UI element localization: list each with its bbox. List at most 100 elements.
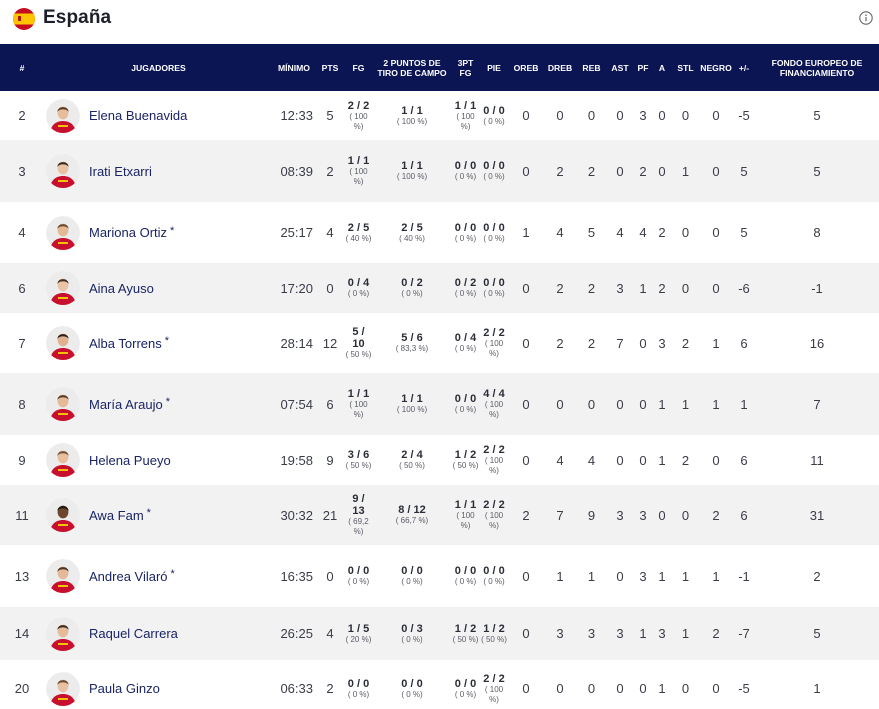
defensive-rebounds: 2	[556, 335, 564, 351]
player-avatar-icon[interactable]	[46, 98, 80, 133]
table-header: # JUGADORES MÍNIMO PTS FG 2 PUNTOS DE TI…	[0, 44, 879, 91]
col-a: A	[658, 62, 666, 73]
free-throws-pct: ( 0 %)	[483, 233, 505, 243]
three-pointers-pct: ( 0 %)	[454, 172, 477, 181]
player-name-link[interactable]: Mariona Ortiz	[89, 225, 167, 240]
plus-minus: 1	[740, 396, 748, 412]
player-avatar-icon[interactable]	[46, 154, 80, 188]
offensive-rebounds: 0	[522, 681, 530, 696]
steals: 0	[681, 681, 690, 696]
three-pointers-made: 0 / 2	[454, 277, 477, 289]
player-cell[interactable]: Irati Etxarri	[44, 140, 273, 202]
player-cell[interactable]: María Araujo *	[44, 373, 273, 435]
player-avatar-icon[interactable]	[46, 498, 80, 532]
player-name-link[interactable]: Elena Buenavida	[89, 108, 187, 123]
player-cell[interactable]: Mariona Ortiz *	[44, 202, 273, 263]
field-goals-made: 9 / 13	[352, 493, 365, 517]
minutes: 28:14	[280, 335, 313, 351]
plus-minus: 6	[740, 335, 748, 351]
player-name-link[interactable]: María Araujo	[89, 397, 163, 412]
col-reb: REB	[582, 62, 601, 73]
player-cell[interactable]: Aina Ayuso	[44, 263, 273, 313]
rebounds: 9	[587, 507, 596, 523]
offensive-rebounds: 0	[522, 280, 530, 296]
points: 2	[326, 681, 334, 696]
three-pointers-made: 1 / 2	[454, 449, 477, 461]
player-name-link[interactable]: Andrea Vilaró	[89, 569, 168, 584]
player-name-link[interactable]: Raquel Carrera	[89, 626, 178, 641]
defensive-rebounds: 4	[556, 452, 564, 468]
assists: 3	[616, 626, 624, 641]
efficiency: 31	[809, 507, 825, 523]
col-players: JUGADORES	[131, 62, 186, 73]
two-pointers-pct: ( 100 %)	[396, 116, 428, 126]
player-name-link[interactable]: Helena Pueyo	[89, 453, 171, 468]
three-pointers-pct: ( 50 %)	[452, 634, 479, 644]
player-avatar-icon[interactable]	[46, 271, 80, 305]
info-icon[interactable]	[859, 11, 873, 25]
player-number: 2	[18, 108, 26, 123]
player-cell[interactable]: Elena Buenavida	[44, 91, 273, 140]
two-pointers-pct: ( 83,3 %)	[395, 344, 429, 353]
plus-minus: -7	[738, 626, 750, 641]
offensive-rebounds: 2	[522, 507, 530, 523]
free-throws: 2 / 2( 100 %)	[479, 435, 509, 485]
player-cell[interactable]: Raquel Carrera	[44, 607, 273, 660]
two-pointers-made: 2 / 5	[401, 221, 423, 234]
player-avatar-icon[interactable]	[46, 616, 80, 651]
player-avatar-icon[interactable]	[46, 559, 80, 593]
plus-minus: 5	[740, 163, 748, 179]
free-throws: 2 / 2( 100 %)	[479, 660, 509, 709]
three-pointers: 0 / 2( 0 %)	[452, 263, 479, 313]
table-row: 14 Raquel Carrera 26:25 4 1 / 5( 20 %) 0…	[0, 607, 879, 660]
player-number: 7	[18, 335, 26, 351]
table-row: 11 Awa Fam * 30:32 21 9 / 13( 69,2 %) 8	[0, 485, 879, 545]
player-cell[interactable]: Alba Torrens *	[44, 313, 273, 373]
three-pointers: 0 / 0( 0 %)	[452, 373, 479, 435]
field-goals-pct: ( 0 %)	[347, 689, 370, 699]
two-pointers-made: 1 / 1	[401, 393, 423, 405]
assists: 0	[616, 163, 624, 179]
player-name-link[interactable]: Awa Fam	[89, 508, 144, 523]
two-pointers: 0 / 3( 0 %)	[372, 607, 452, 660]
three-pointers-made: 0 / 4	[454, 332, 477, 344]
player-avatar-icon[interactable]	[46, 443, 80, 477]
steals: 0	[681, 108, 690, 123]
col-a-value: 0	[658, 507, 666, 523]
steals: 1	[681, 163, 690, 179]
blocks: 0	[712, 681, 720, 696]
points: 5	[326, 108, 334, 123]
three-pointers: 1 / 1( 100 %)	[452, 91, 479, 140]
efficiency: 5	[813, 163, 821, 179]
player-cell[interactable]: Andrea Vilaró *	[44, 545, 273, 607]
two-pointers-pct: ( 0 %)	[401, 577, 423, 586]
player-cell[interactable]: Paula Ginzo	[44, 660, 273, 709]
minutes: 25:17	[280, 225, 313, 240]
three-pointers-pct: ( 100 %)	[456, 111, 475, 131]
player-name-link[interactable]: Irati Etxarri	[89, 164, 152, 179]
personal-fouls: 1	[639, 280, 647, 296]
minutes: 17:20	[280, 280, 313, 296]
table-row: 9 Helena Pueyo 19:58 9 3 / 6( 50 %) 2 / …	[0, 435, 879, 485]
rebounds: 1	[587, 568, 596, 584]
player-avatar-icon[interactable]	[46, 215, 80, 250]
three-pointers-made: 1 / 1	[454, 499, 477, 511]
player-avatar-icon[interactable]	[46, 671, 80, 706]
player-cell[interactable]: Awa Fam *	[44, 485, 273, 545]
player-name-link[interactable]: Aina Ayuso	[89, 281, 154, 296]
player-avatar-icon[interactable]	[46, 326, 80, 360]
two-pointers-made: 0 / 0	[401, 677, 423, 690]
personal-fouls: 4	[639, 225, 647, 240]
defensive-rebounds: 1	[556, 568, 564, 584]
field-goals: 5 / 10( 50 %)	[345, 313, 372, 373]
field-goals-made: 2 / 2	[347, 99, 370, 112]
player-name-link[interactable]: Alba Torrens	[89, 336, 162, 351]
player-avatar-icon[interactable]	[46, 387, 80, 421]
player-name-link[interactable]: Paula Ginzo	[89, 681, 160, 696]
free-throws: 2 / 2( 100 %)	[479, 313, 509, 373]
field-goals: 3 / 6( 50 %)	[345, 435, 372, 485]
steals: 2	[681, 452, 690, 468]
three-pointers-made: 1 / 1	[454, 99, 477, 112]
player-cell[interactable]: Helena Pueyo	[44, 435, 273, 485]
three-pointers-made: 0 / 0	[454, 221, 477, 234]
